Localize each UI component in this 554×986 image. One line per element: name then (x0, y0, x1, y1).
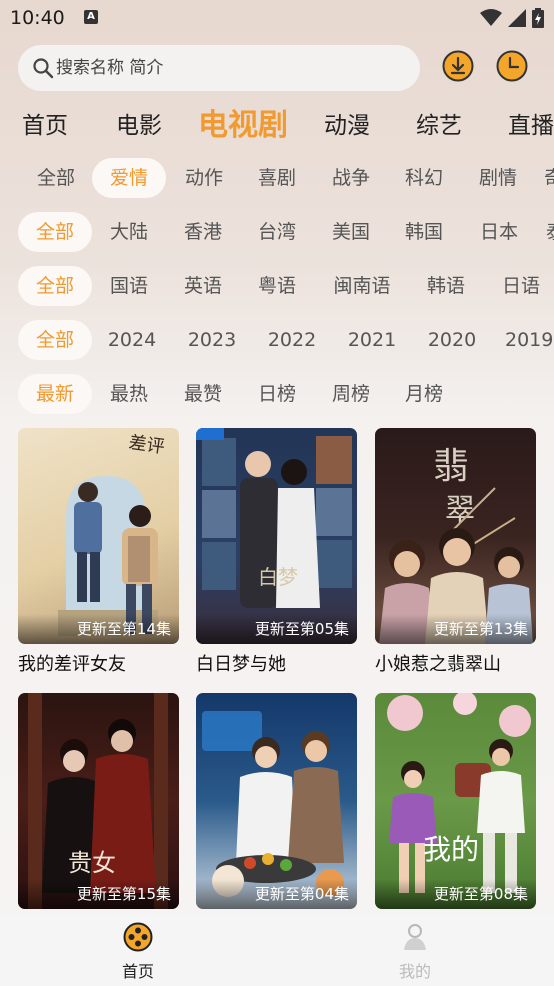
show-poster[interactable]: 差评 更新至第14集 (18, 428, 179, 644)
poster-art: 白梦 (196, 428, 352, 608)
bottom-tab-profile[interactable]: 我的 (375, 922, 455, 982)
show-poster[interactable]: 我的 更新至第08集 (375, 693, 536, 909)
category-tabs: 首页 电影 电视剧 动漫 综艺 直播 (0, 94, 554, 150)
sort-chip[interactable]: 月榜 (392, 374, 456, 414)
region-chip[interactable]: 日本 (467, 212, 531, 252)
sort-chip[interactable]: 最赞 (171, 374, 235, 414)
language-chip[interactable]: 日语 (489, 266, 553, 306)
show-poster[interactable]: 白梦 更新至第05集 (196, 428, 357, 644)
genre-chip[interactable]: 战争 (319, 158, 383, 198)
show-title[interactable]: 小娘惹之翡翠山 (375, 650, 536, 676)
tab-variety[interactable]: 综艺 (416, 106, 462, 140)
year-chip[interactable]: 全部 (18, 320, 92, 360)
region-chip[interactable]: 台湾 (245, 212, 309, 252)
search-input[interactable] (56, 45, 416, 91)
sort-chip[interactable]: 周榜 (319, 374, 383, 414)
language-chip[interactable]: 粤语 (245, 266, 309, 306)
show-card[interactable]: 贵女 更新至第15集 (18, 693, 179, 915)
sort-filter-row: 最新 最热 最赞 日榜 周榜 月榜 (0, 374, 554, 414)
episode-badge: 更新至第14集 (18, 614, 179, 644)
svg-text:翡: 翡 (433, 446, 469, 487)
tab-movies[interactable]: 电影 (116, 106, 162, 140)
genre-chip[interactable]: 奇 (544, 158, 554, 198)
show-title[interactable]: 白日梦与她 (196, 650, 357, 676)
show-card[interactable]: 差评 更新至第14集 我的差评女友 (18, 428, 179, 676)
poster-art: 我的 (387, 693, 531, 893)
region-filter-row: 全部 大陆 香港 台湾 美国 韩国 日本 泰 (0, 212, 554, 252)
genre-chip[interactable]: 全部 (24, 158, 88, 198)
show-card[interactable]: 更新至第04集 (196, 693, 357, 915)
language-chip[interactable]: 闽南语 (322, 266, 402, 306)
bottom-tab-home[interactable]: 首页 (98, 922, 178, 982)
show-poster[interactable]: 贵女 更新至第15集 (18, 693, 179, 909)
year-filter-row: 全部 2024 2023 2022 2021 2020 2019 (0, 320, 554, 360)
year-chip[interactable]: 2020 (420, 320, 484, 360)
poster-art: 贵女 (28, 693, 168, 909)
show-poster[interactable]: 更新至第04集 (196, 693, 357, 909)
wifi-icon (480, 9, 502, 26)
search-box[interactable] (18, 45, 420, 91)
notification-icon: A (84, 10, 98, 24)
episode-badge: 更新至第15集 (18, 879, 179, 909)
year-chip[interactable]: 2024 (100, 320, 164, 360)
year-chip[interactable]: 2021 (340, 320, 404, 360)
year-chip[interactable]: 2019 (505, 320, 554, 360)
sort-chip[interactable]: 日榜 (245, 374, 309, 414)
bottom-tab-label: 首页 (121, 962, 154, 981)
status-time: 10:40 (10, 7, 65, 29)
language-filter-row: 全部 国语 英语 粤语 闽南语 韩语 日语 (0, 266, 554, 306)
profile-icon (404, 924, 426, 950)
tab-tv-series[interactable]: 电视剧 (198, 100, 288, 144)
svg-text:贵女: 贵女 (68, 849, 116, 877)
genre-chip[interactable]: 剧情 (466, 158, 530, 198)
sort-chip[interactable]: 最热 (97, 374, 161, 414)
genre-chip[interactable]: 动作 (172, 158, 236, 198)
language-chip[interactable]: 韩语 (414, 266, 478, 306)
language-chip[interactable]: 全部 (18, 266, 92, 306)
signal-icon (508, 9, 526, 27)
year-chip[interactable]: 2023 (180, 320, 244, 360)
episode-badge: 更新至第13集 (375, 614, 536, 644)
region-chip[interactable]: 香港 (171, 212, 235, 252)
language-chip[interactable]: 国语 (97, 266, 161, 306)
download-icon[interactable] (442, 50, 474, 82)
region-chip[interactable]: 全部 (18, 212, 92, 252)
search-icon (33, 58, 54, 79)
language-chip[interactable]: 英语 (171, 266, 235, 306)
region-chip[interactable]: 泰 (546, 212, 554, 252)
region-chip[interactable]: 韩国 (392, 212, 456, 252)
show-poster[interactable]: 翡 翠 更新至第13集 (375, 428, 536, 644)
status-bar: 10:40 A (0, 0, 554, 38)
bottom-nav: 首页 我的 (0, 914, 554, 986)
svg-text:我的: 我的 (423, 833, 479, 866)
tab-home[interactable]: 首页 (22, 106, 68, 140)
battery-icon (532, 8, 544, 28)
poster-art: 差评 (58, 432, 166, 636)
bottom-tab-label: 我的 (398, 962, 431, 981)
history-clock-icon[interactable] (496, 50, 528, 82)
episode-badge: 更新至第04集 (196, 879, 357, 909)
episode-badge: 更新至第05集 (196, 614, 357, 644)
genre-filter-row: 全部 爱情 动作 喜剧 战争 科幻 剧情 奇 (0, 158, 554, 198)
sort-chip[interactable]: 最新 (18, 374, 92, 414)
svg-text:白梦: 白梦 (258, 565, 298, 589)
genre-chip[interactable]: 喜剧 (245, 158, 309, 198)
svg-text:差评: 差评 (127, 432, 166, 458)
film-reel-icon (123, 922, 153, 952)
genre-chip[interactable]: 科幻 (392, 158, 456, 198)
genre-chip[interactable]: 爱情 (92, 158, 166, 198)
episode-badge: 更新至第08集 (375, 879, 536, 909)
region-chip[interactable]: 美国 (319, 212, 383, 252)
region-chip[interactable]: 大陆 (97, 212, 161, 252)
show-card[interactable]: 翡 翠 更新至第13集 小娘惹之翡翠山 (375, 428, 536, 676)
show-card[interactable]: 白梦 更新至第05集 白日梦与她 (196, 428, 357, 676)
poster-art (202, 711, 344, 897)
poster-art: 翡 翠 (379, 446, 533, 644)
tab-anime[interactable]: 动漫 (324, 106, 370, 140)
year-chip[interactable]: 2022 (260, 320, 324, 360)
show-title[interactable]: 我的差评女友 (18, 650, 179, 676)
show-card[interactable]: 我的 更新至第08集 (375, 693, 536, 915)
tab-live[interactable]: 直播 (508, 106, 554, 140)
